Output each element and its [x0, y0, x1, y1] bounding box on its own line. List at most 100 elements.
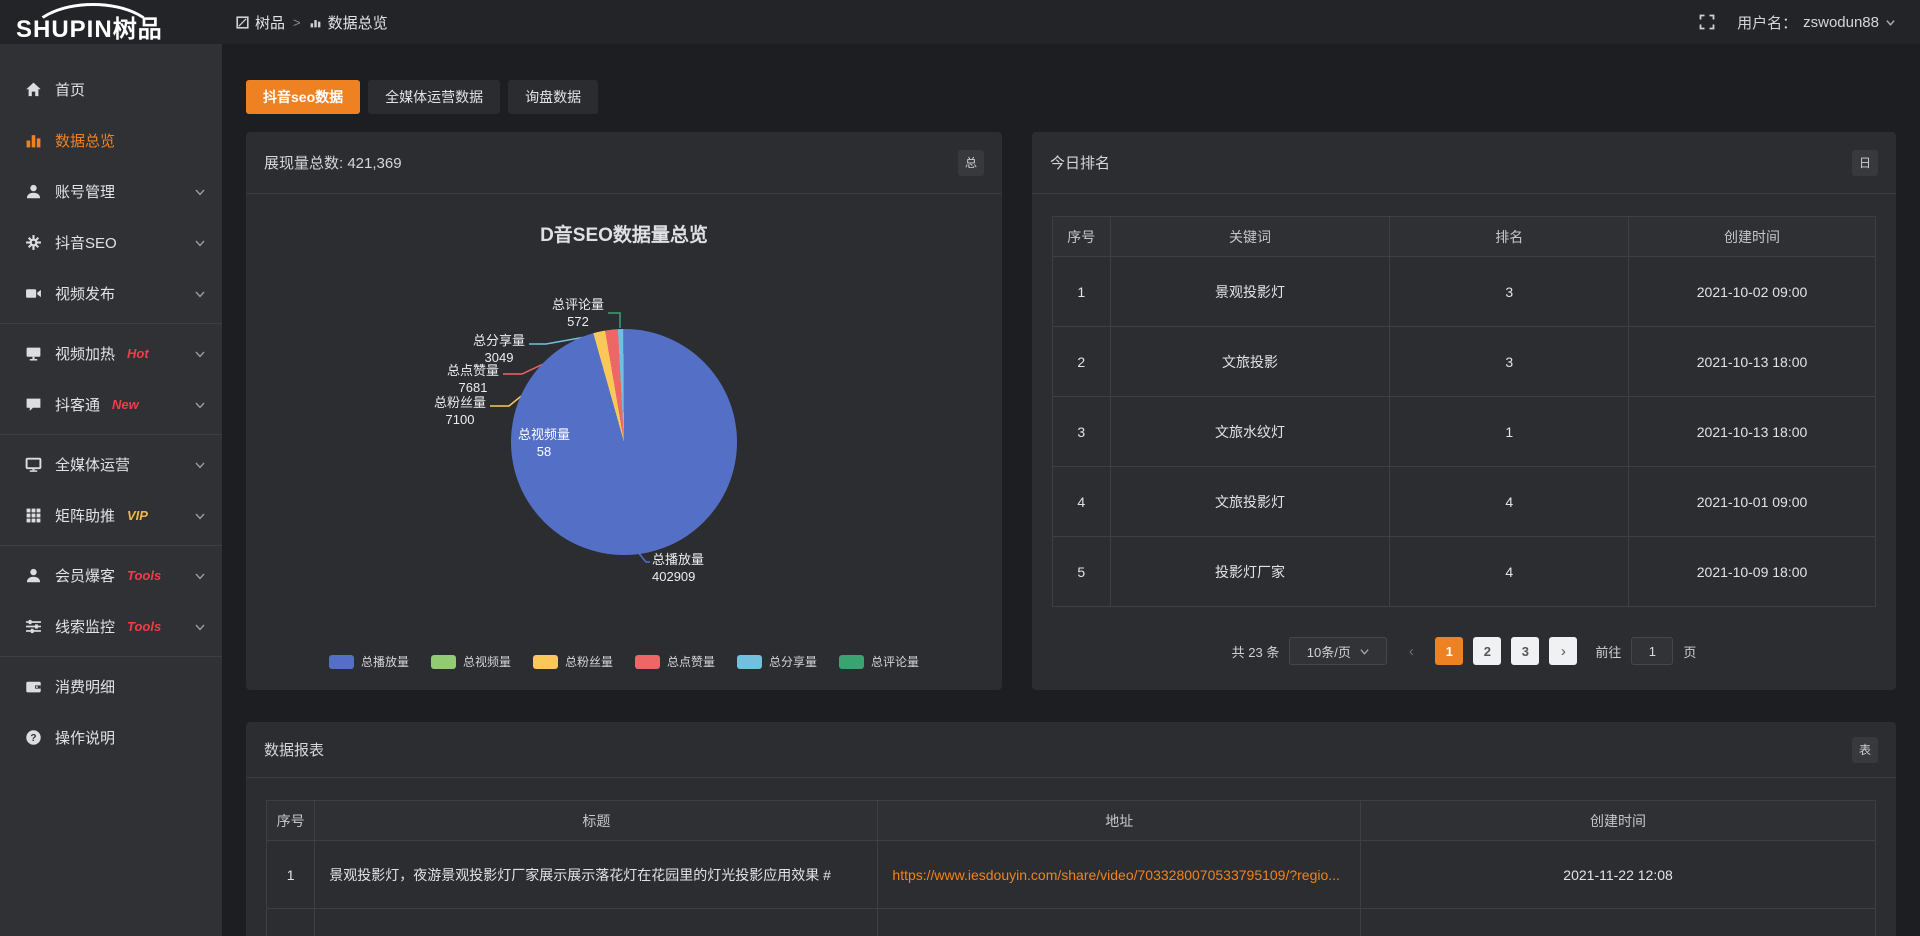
sidebar-item-label: 视频发布: [55, 283, 115, 304]
sidebar-item-matrix-boost[interactable]: 矩阵助推 VIP: [0, 490, 222, 541]
chart-title: D音SEO数据量总览: [246, 220, 1002, 247]
sidebar-item-label: 抖客通: [55, 394, 100, 415]
goto-page-input[interactable]: [1631, 637, 1673, 665]
breadcrumb-current[interactable]: 数据总览: [309, 12, 388, 33]
user-menu[interactable]: 用户名：zswodun88: [1737, 12, 1896, 33]
pie-label-fans: 总粉丝量7100: [434, 394, 486, 428]
sidebar-divider: [0, 434, 222, 435]
report-panel: 数据报表 表 序号 标题 地址 创建时间 1 景观投影灯，夜游景观投影灯厂: [246, 722, 1896, 936]
sidebar-item-label: 会员爆客: [55, 565, 115, 586]
sidebar-item-member-baoke[interactable]: 会员爆客 Tools: [0, 550, 222, 601]
col-index: 序号: [1053, 217, 1111, 257]
daily-badge-button[interactable]: 日: [1852, 150, 1878, 176]
report-table: 序号 标题 地址 创建时间 1 景观投影灯，夜游景观投影灯厂家展示展示落花灯在花…: [266, 800, 1876, 936]
legend-swatch: [533, 655, 558, 669]
sidebar-divider: [0, 323, 222, 324]
chevron-down-icon: [194, 459, 206, 471]
sidebar-item-consumption[interactable]: 消费明细: [0, 661, 222, 712]
chevron-down-icon: [1359, 646, 1370, 657]
legend-item-fans[interactable]: 总粉丝量: [533, 653, 613, 670]
new-badge: New: [112, 397, 139, 412]
sidebar-item-label: 消费明细: [55, 676, 115, 697]
sidebar-item-home[interactable]: 首页: [0, 64, 222, 115]
report-panel-header: 数据报表 表: [246, 722, 1896, 778]
col-index: 序号: [267, 801, 315, 841]
pagination-total: 共 23 条: [1232, 642, 1280, 661]
table-row: [267, 909, 1876, 936]
legend-item-shares[interactable]: 总分享量: [737, 653, 817, 670]
page-size-select[interactable]: 10条/页: [1289, 637, 1387, 665]
sidebar-item-douketong[interactable]: 抖客通 New: [0, 379, 222, 430]
total-badge-button[interactable]: 总: [958, 150, 984, 176]
legend-item-comments[interactable]: 总评论量: [839, 653, 919, 670]
page-button-2[interactable]: 2: [1473, 637, 1501, 665]
topbar: SHUPIN 树品 树品 > 数据总览 用户名：zswodun88: [0, 0, 1920, 44]
page-unit-label: 页: [1683, 642, 1696, 661]
pagination: 共 23 条 10条/页 ‹ 1 2 3 › 前往 页: [1032, 637, 1896, 665]
table-row: 4文旅投影灯42021-10-01 09:00: [1053, 467, 1876, 537]
pie-label-comments: 总评论量572: [552, 296, 604, 330]
sidebar-item-label: 账号管理: [55, 181, 115, 202]
tools-badge: Tools: [127, 568, 161, 583]
sidebar-item-video-heat[interactable]: 视频加热 Hot: [0, 328, 222, 379]
sliders-icon: [25, 618, 42, 635]
breadcrumb-root[interactable]: 树品: [236, 12, 285, 33]
chevron-down-icon: [194, 237, 206, 249]
pie-label-shares: 总分享量3049: [473, 332, 525, 366]
sidebar-item-label: 操作说明: [55, 727, 115, 748]
chevron-down-icon: [194, 570, 206, 582]
tab-media-operation-data[interactable]: 全媒体运营数据: [368, 80, 500, 114]
sidebar-item-video-publish[interactable]: 视频发布: [0, 268, 222, 319]
table-header-row: 序号 关键词 排名 创建时间: [1053, 217, 1876, 257]
sidebar-item-media-operation[interactable]: 全媒体运营: [0, 439, 222, 490]
col-rank: 排名: [1390, 217, 1629, 257]
tab-inquiry-data[interactable]: 询盘数据: [508, 80, 598, 114]
report-panel-title: 数据报表: [264, 739, 324, 760]
sidebar-item-account[interactable]: 账号管理: [0, 166, 222, 217]
sidebar-divider: [0, 656, 222, 657]
shupin-icon: [236, 16, 249, 29]
table-row: 2文旅投影32021-10-13 18:00: [1053, 327, 1876, 397]
tab-douyin-seo-data[interactable]: 抖音seo数据: [246, 80, 360, 114]
overview-panel-title: 展现量总数: 421,369: [264, 152, 402, 173]
sidebar-item-lead-monitor[interactable]: 线索监控 Tools: [0, 601, 222, 652]
legend-item-plays[interactable]: 总播放量: [329, 653, 409, 670]
legend-item-likes[interactable]: 总点赞量: [635, 653, 715, 670]
legend-item-videos[interactable]: 总视频量: [431, 653, 511, 670]
report-url-link[interactable]: https://www.iesdouyin.com/share/video/70…: [878, 841, 1361, 909]
home-icon: [25, 81, 42, 98]
pie-chart-area: D音SEO数据量总览 总评论量572 总分享量3049: [246, 194, 1002, 690]
fullscreen-icon[interactable]: [1699, 14, 1715, 30]
brand-en: SHUPIN: [16, 16, 113, 43]
vip-badge: VIP: [127, 508, 148, 523]
chevron-down-icon: [1885, 17, 1896, 28]
col-url: 地址: [878, 801, 1361, 841]
legend-swatch: [431, 655, 456, 669]
page: SHUPIN 树品 树品 > 数据总览 用户名：zswodun88 首页: [0, 0, 1920, 936]
report-title-cell: 景观投影灯，夜游景观投影灯厂家展示展示落花灯在花园里的灯光投影应用效果 #: [315, 841, 878, 909]
sidebar-item-data-overview[interactable]: 数据总览: [0, 115, 222, 166]
sidebar: 首页 数据总览 账号管理 抖音SEO 视频发布 视频加热 Hot: [0, 44, 222, 936]
pie-label-videos: 总视频量58: [508, 426, 580, 460]
breadcrumb-root-label: 树品: [255, 12, 285, 33]
grid-icon: [25, 507, 42, 524]
table-badge-button[interactable]: 表: [1852, 737, 1878, 763]
chevron-down-icon: [194, 348, 206, 360]
hot-badge: Hot: [127, 346, 149, 361]
sidebar-item-label: 首页: [55, 79, 85, 100]
sidebar-item-douyin-seo[interactable]: 抖音SEO: [0, 217, 222, 268]
pie-label-likes: 总点赞量7681: [447, 362, 499, 396]
monitor-icon: [25, 456, 42, 473]
prev-page-button[interactable]: ‹: [1397, 637, 1425, 665]
sidebar-item-label: 矩阵助推: [55, 505, 115, 526]
col-title: 标题: [315, 801, 878, 841]
ranking-panel: 今日排名 日 序号 关键词 排名 创建时间: [1032, 132, 1896, 690]
username-value: zswodun88: [1803, 14, 1879, 31]
page-button-3[interactable]: 3: [1511, 637, 1539, 665]
next-page-button[interactable]: ›: [1549, 637, 1577, 665]
sidebar-item-label: 数据总览: [55, 130, 115, 151]
sidebar-item-instructions[interactable]: ? 操作说明: [0, 712, 222, 763]
ranking-panel-header: 今日排名 日: [1032, 132, 1896, 194]
breadcrumb: 树品 > 数据总览: [236, 12, 388, 33]
page-button-1[interactable]: 1: [1435, 637, 1463, 665]
